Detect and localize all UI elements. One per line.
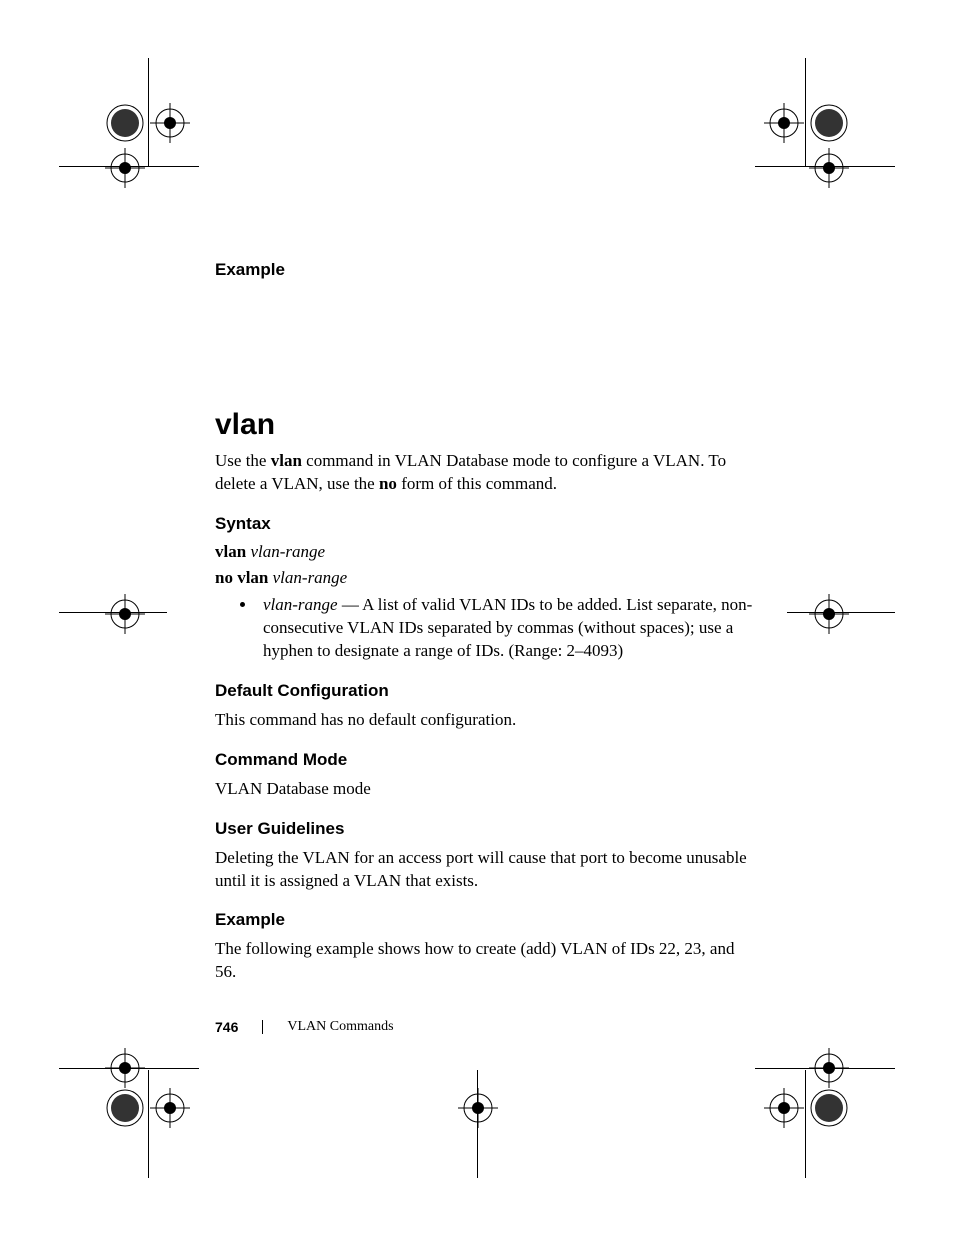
section-label: VLAN Commands — [287, 1019, 393, 1035]
command-title: vlan — [215, 408, 755, 442]
paragraph: The following example shows how to creat… — [215, 938, 755, 984]
list-item: vlan-range — A list of valid VLAN IDs to… — [257, 594, 755, 663]
syntax-line: vlan vlan-range — [215, 542, 755, 562]
bold-text: no vlan — [215, 568, 268, 587]
crop-line — [148, 1070, 149, 1178]
divider — [262, 1020, 263, 1034]
heading-example2: Example — [215, 910, 755, 930]
crop-target-icon — [764, 1088, 804, 1128]
paragraph: VLAN Database mode — [215, 778, 755, 801]
italic-text: vlan-range — [273, 568, 348, 587]
crop-target-icon — [809, 594, 849, 634]
bold-text: vlan — [271, 451, 302, 470]
page-footer: 746 VLAN Commands — [215, 1019, 394, 1035]
page: Example vlan Use the vlan command in VLA… — [0, 0, 954, 1235]
crop-target-icon — [809, 1048, 849, 1088]
crop-target-icon — [105, 1088, 145, 1128]
bold-text: vlan — [215, 542, 246, 561]
syntax-line: no vlan vlan-range — [215, 568, 755, 588]
italic-text: vlan-range — [263, 595, 338, 614]
crop-target-icon — [105, 103, 145, 143]
heading-default: Default Configuration — [215, 681, 755, 701]
crop-line — [805, 58, 806, 166]
crop-target-icon — [105, 1048, 145, 1088]
bullet-list: vlan-range — A list of valid VLAN IDs to… — [215, 594, 755, 663]
crop-target-icon — [809, 148, 849, 188]
crop-target-icon — [809, 1088, 849, 1128]
crop-target-icon — [764, 103, 804, 143]
example-placeholder — [215, 288, 755, 408]
crop-target-icon — [150, 1088, 190, 1128]
page-number: 746 — [215, 1019, 238, 1035]
crop-target-icon — [105, 594, 145, 634]
intro-paragraph: Use the vlan command in VLAN Database mo… — [215, 450, 755, 496]
crop-line — [805, 1070, 806, 1178]
heading-example: Example — [215, 260, 755, 280]
heading-syntax: Syntax — [215, 514, 755, 534]
italic-text: vlan-range — [250, 542, 325, 561]
text: form of this command. — [397, 474, 557, 493]
text: Use the — [215, 451, 271, 470]
paragraph: This command has no default configuratio… — [215, 709, 755, 732]
body-text: Example vlan Use the vlan command in VLA… — [215, 260, 755, 998]
crop-target-icon — [150, 103, 190, 143]
heading-mode: Command Mode — [215, 750, 755, 770]
bold-text: no — [379, 474, 397, 493]
crop-line — [148, 58, 149, 166]
crop-target-icon — [458, 1088, 498, 1128]
crop-target-icon — [809, 103, 849, 143]
paragraph: Deleting the VLAN for an access port wil… — [215, 847, 755, 893]
crop-target-icon — [105, 148, 145, 188]
heading-guidelines: User Guidelines — [215, 819, 755, 839]
